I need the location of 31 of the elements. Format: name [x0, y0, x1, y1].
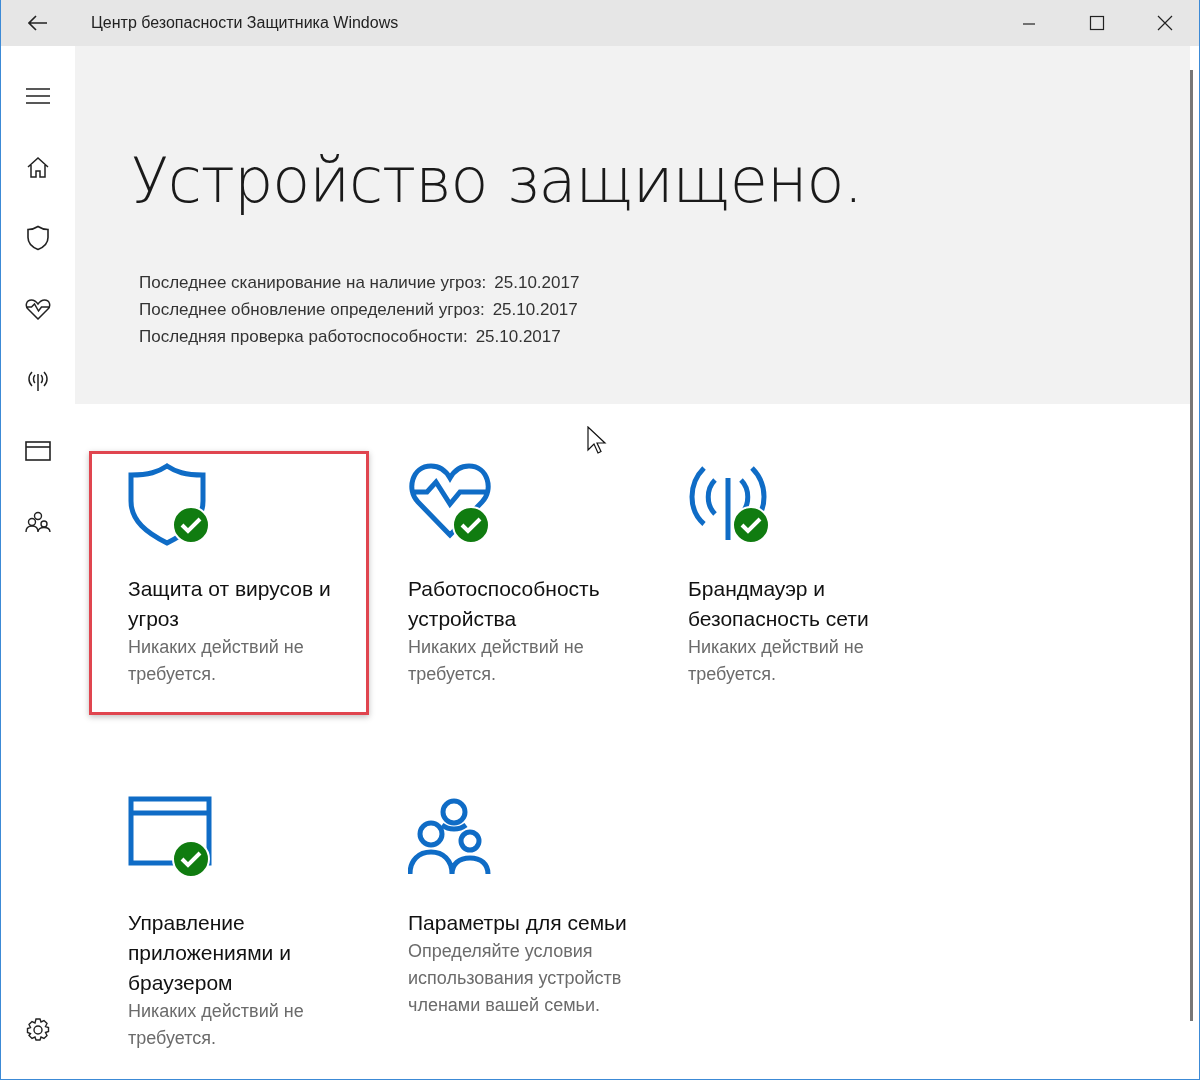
- tile-title: Брандмауэр и безопасность сети: [688, 576, 870, 632]
- security-tile[interactable]: Брандмауэр и безопасность сети Никаких действий не требуется.: [649, 451, 929, 715]
- heart-icon: [408, 462, 492, 540]
- maximize-icon[interactable]: [1089, 15, 1105, 31]
- scrollbar[interactable]: [1190, 70, 1193, 1021]
- detail-date: 25.10.2017: [475, 326, 561, 348]
- status-heading: Устройство защищено.: [131, 144, 864, 217]
- back-arrow-icon[interactable]: [28, 15, 48, 31]
- tile-description: Определяйте условия использования устройств членами вашей семьи.: [408, 940, 623, 1017]
- window-title: Центр безопасности Защитника Windows: [91, 14, 399, 32]
- family-icon: [408, 796, 492, 876]
- security-tile[interactable]: Работоспособность устройства Никаких действий не требуется.: [369, 451, 649, 715]
- detail-date: 25.10.2017: [492, 299, 578, 321]
- tile-title: Работоспособность устройства: [408, 576, 601, 632]
- tile-description: Никаких действий не требуется.: [408, 636, 585, 686]
- tile-title: Защита от вирусов и угроз: [128, 576, 332, 632]
- security-tile[interactable]: Параметры для семьи Определяйте условия использования устройств членами вашей семьи.: [369, 785, 649, 1079]
- detail-label: Последнее сканирование на наличие угроз:: [139, 272, 487, 294]
- tile-title: Управление приложениями и браузером: [128, 910, 292, 996]
- tile-description: Никаких действий не требуется.: [128, 1000, 305, 1050]
- tile-description: Никаких действий не требуется.: [128, 636, 305, 686]
- tile-title: Параметры для семьи: [408, 910, 628, 936]
- close-icon[interactable]: [1157, 15, 1173, 31]
- menu-icon[interactable]: [25, 86, 51, 105]
- detail-label: Последняя проверка работоспособности:: [139, 326, 468, 348]
- security-tile[interactable]: Защита от вирусов и угроз Никаких действий не требуется.: [89, 451, 369, 715]
- mouse-cursor-icon: [587, 426, 607, 456]
- detail-date: 25.10.2017: [494, 272, 580, 294]
- tile-description: Никаких действий не требуется.: [688, 636, 865, 686]
- security-tile[interactable]: Управление приложениями и браузером Никаких действий не требуется.: [89, 785, 369, 1079]
- detail-label: Последнее обновление определений угроз:: [139, 299, 485, 321]
